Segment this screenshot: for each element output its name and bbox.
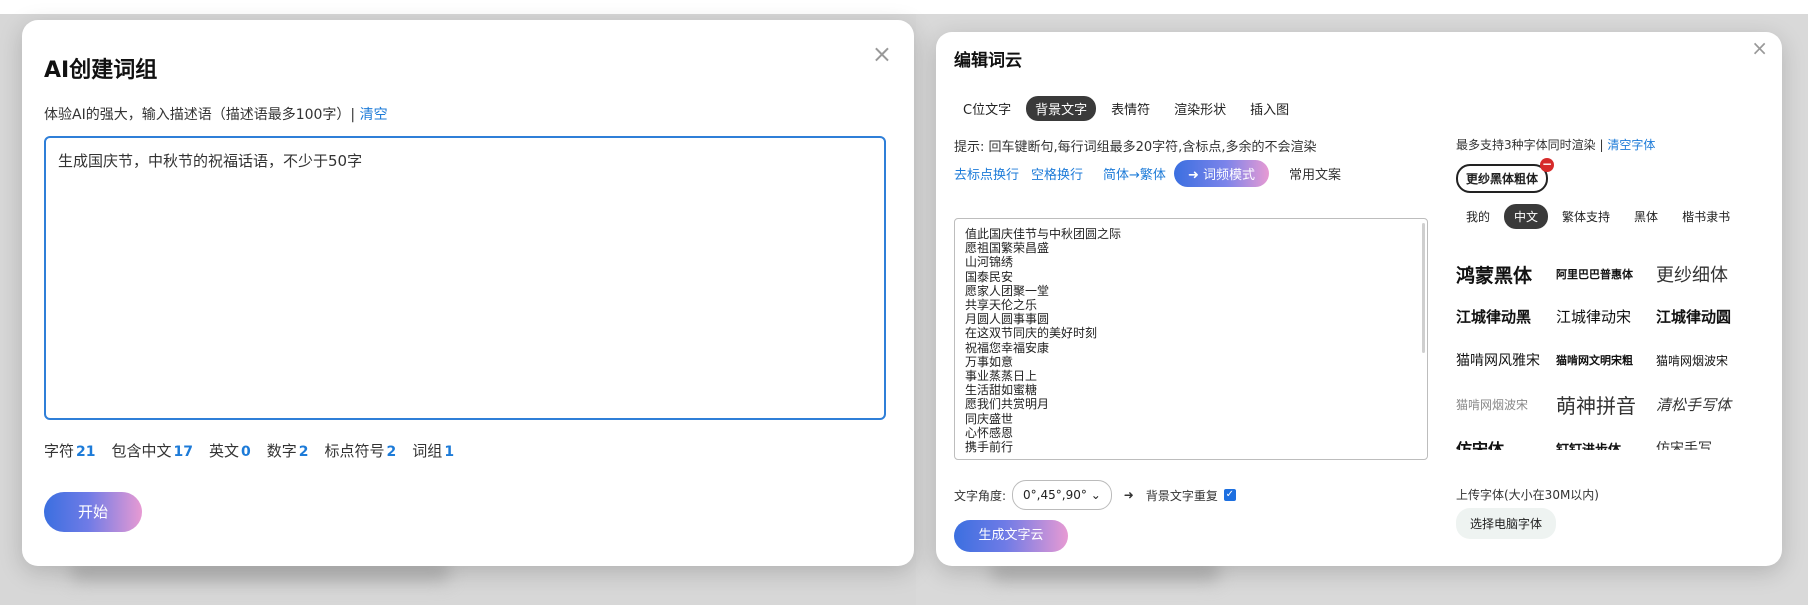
word-line: 万事如意 <box>965 354 1014 369</box>
generate-wordcloud-button[interactable]: 生成文字云 <box>954 520 1068 552</box>
font-grid: 鸿蒙黑体 阿里巴巴普惠体 更纱细体 江城律动黑 江城律动宋 江城律动圆 猫啃网风… <box>1456 254 1756 451</box>
font-row: 猫啃网烟波宋 萌神拼音 清松手写体 <box>1456 382 1756 426</box>
stat-chinese: 包含中文 17 <box>111 442 194 460</box>
font-row: 江城律动黑 江城律动宋 江城律动圆 <box>1456 294 1756 338</box>
remove-punctuation-button[interactable]: 去标点换行 <box>954 164 1019 183</box>
word-line: 值此国庆佳节与中秋团圆之际 <box>965 227 1122 241</box>
font-row: 猫啃网风雅宋 猫啃网文明宋粗 猫啃网烟波宋 <box>1456 338 1756 382</box>
word-list-textarea[interactable]: 值此国庆佳节与中秋团圆之际 愿祖国繁荣昌盛 山河锦绣 国泰民安 愿家人团聚一堂 共享天伦之… <box>954 218 1428 460</box>
font-option[interactable]: 清松手写体 <box>1656 394 1756 415</box>
word-line: 同庆盛世 <box>965 411 1014 426</box>
editor-tabs: C位文字 背景文字 表情符 渲染形状 插入图 <box>954 96 1298 121</box>
choose-font-button[interactable]: 选择电脑字体 <box>1456 508 1557 539</box>
font-option[interactable]: 江城律动黑 <box>1456 306 1556 327</box>
tab-background-text[interactable]: 背景文字 <box>1026 96 1097 121</box>
font-tab-chinese[interactable]: 中文 <box>1504 204 1549 229</box>
scrollbar[interactable] <box>1422 223 1425 353</box>
angle-select[interactable]: 0°,45°,90° ⌄ <box>1012 480 1112 510</box>
modal-description: 体验AI的强大，输入描述语（描述语最多100字）| 清空 <box>44 104 388 124</box>
font-row: 仿宋体 钉钉进步体 仿宋手写 <box>1456 426 1756 450</box>
font-option[interactable]: 猫啃网文明宋粗 <box>1556 352 1656 368</box>
font-option[interactable]: 萌神拼音 <box>1556 390 1656 419</box>
font-row: 鸿蒙黑体 阿里巴巴普惠体 更纱细体 <box>1456 254 1756 294</box>
word-line: 山河锦绣 <box>965 255 1014 270</box>
font-option[interactable]: 仿宋体 <box>1456 436 1556 450</box>
start-button[interactable]: 开始 <box>44 492 142 532</box>
common-text-button[interactable]: 常用文案 <box>1289 164 1341 183</box>
word-line: 携手前行 <box>965 440 1014 455</box>
font-option[interactable]: 阿里巴巴普惠体 <box>1556 266 1656 282</box>
angle-label: 文字角度: <box>954 488 1007 503</box>
clear-link[interactable]: 清空 <box>360 107 388 123</box>
tab-insert-image[interactable]: 插入图 <box>1241 96 1298 121</box>
word-line: 愿家人团聚一堂 <box>965 283 1050 298</box>
description-textarea[interactable]: 生成国庆节，中秋节的祝福话语，不少于50字 <box>44 136 886 420</box>
modal-title: 编辑词云 <box>954 51 1022 71</box>
edit-wordcloud-modal: × 编辑词云 C位文字 背景文字 表情符 渲染形状 插入图 提示: 回车键断句,… <box>936 32 1782 566</box>
upload-font-label: 上传字体(大小在30M以内) <box>1456 488 1599 502</box>
tab-c-position-text[interactable]: C位文字 <box>954 96 1020 121</box>
stat-punctuation: 标点符号 2 <box>324 442 397 460</box>
font-tab-kaishu-lishu[interactable]: 楷书隶书 <box>1672 204 1740 229</box>
font-option[interactable]: 仿宋手写 <box>1656 438 1756 450</box>
font-option[interactable]: 猫啃网风雅宋 <box>1456 350 1556 370</box>
font-option[interactable]: 钉钉进步体 <box>1556 439 1656 451</box>
modal-title: AI创建词组 <box>44 58 158 83</box>
close-icon[interactable]: × <box>872 42 892 66</box>
arrow-icon: ➜ <box>1123 488 1134 502</box>
description-text: 体验AI的强大，输入描述语（描述语最多100字）| <box>44 107 356 123</box>
chevron-down-icon: ⌄ <box>1090 488 1101 502</box>
selected-font-chip[interactable]: 更纱黑体粗体 − <box>1456 158 1555 193</box>
word-line: 愿我们共赏明月 <box>965 397 1050 412</box>
word-line: 在这双节同庆的美好时刻 <box>965 326 1098 341</box>
word-line: 生活甜如蜜糖 <box>965 383 1038 398</box>
stats-row: 字符 21 包含中文 17 英文 0 数字 2 标点符号 2 词组 1 <box>44 440 454 461</box>
hint-text: 提示: 回车键断句,每行词组最多20字符,含标点,多余的不会渲染 <box>954 140 1317 155</box>
font-tab-traditional[interactable]: 繁体支持 <box>1552 204 1620 229</box>
tab-emoji[interactable]: 表情符 <box>1102 96 1159 121</box>
font-option[interactable]: 鸿蒙黑体 <box>1456 261 1556 288</box>
angle-row: 文字角度: 0°,45°,90° ⌄ ➜ 背景文字重复 ✓ <box>954 480 1236 510</box>
stat-english: 英文 0 <box>209 442 251 460</box>
font-tab-heiti[interactable]: 黑体 <box>1624 204 1668 229</box>
word-line: 月圆人圆事事圆 <box>965 312 1050 327</box>
remove-icon[interactable]: − <box>1540 158 1555 172</box>
word-line: 国泰民安 <box>965 269 1014 284</box>
font-option[interactable]: 江城律动圆 <box>1656 306 1756 327</box>
repeat-checkbox[interactable]: ✓ <box>1223 489 1236 501</box>
font-option[interactable]: 猫啃网烟波宋 <box>1656 352 1756 369</box>
font-tab-mine[interactable]: 我的 <box>1456 204 1500 229</box>
word-line: 祝福您幸福安康 <box>965 340 1050 355</box>
word-line: 心怀感恩 <box>965 425 1014 440</box>
font-option[interactable]: 更纱细体 <box>1656 261 1756 287</box>
word-line: 愿祖国繁荣昌盛 <box>965 241 1050 256</box>
font-note: 最多支持3种字体同时渲染 | 清空字体 <box>1456 138 1656 152</box>
text-actions: 去标点换行 空格换行 简体→繁体 ➜ 词频模式 常用文案 <box>954 160 1341 187</box>
word-line: 事业蒸蒸日上 <box>965 369 1038 384</box>
font-option[interactable]: 猫啃网烟波宋 <box>1456 396 1556 413</box>
tab-render-shape[interactable]: 渲染形状 <box>1165 96 1235 121</box>
font-category-tabs: 我的 中文 繁体支持 黑体 楷书隶书 <box>1456 204 1740 229</box>
stat-phrases: 词组 1 <box>412 442 455 460</box>
ai-create-modal: × AI创建词组 体验AI的强大，输入描述语（描述语最多100字）| 清空 生成… <box>22 20 914 566</box>
to-traditional-button[interactable]: 简体→繁体 <box>1103 164 1166 183</box>
font-panel: 最多支持3种字体同时渲染 | 清空字体 更纱黑体粗体 − 我的 中文 繁体支持 … <box>1456 32 1756 566</box>
word-line: 共享天伦之乐 <box>965 298 1038 313</box>
stat-characters: 字符 21 <box>44 442 96 460</box>
frequency-mode-button[interactable]: ➜ 词频模式 <box>1173 160 1269 187</box>
font-option[interactable]: 江城律动宋 <box>1556 306 1656 327</box>
repeat-label: 背景文字重复 <box>1145 488 1218 503</box>
stat-digits: 数字 2 <box>266 442 309 460</box>
clear-fonts-link[interactable]: 清空字体 <box>1607 138 1655 152</box>
space-newline-button[interactable]: 空格换行 <box>1031 164 1083 183</box>
